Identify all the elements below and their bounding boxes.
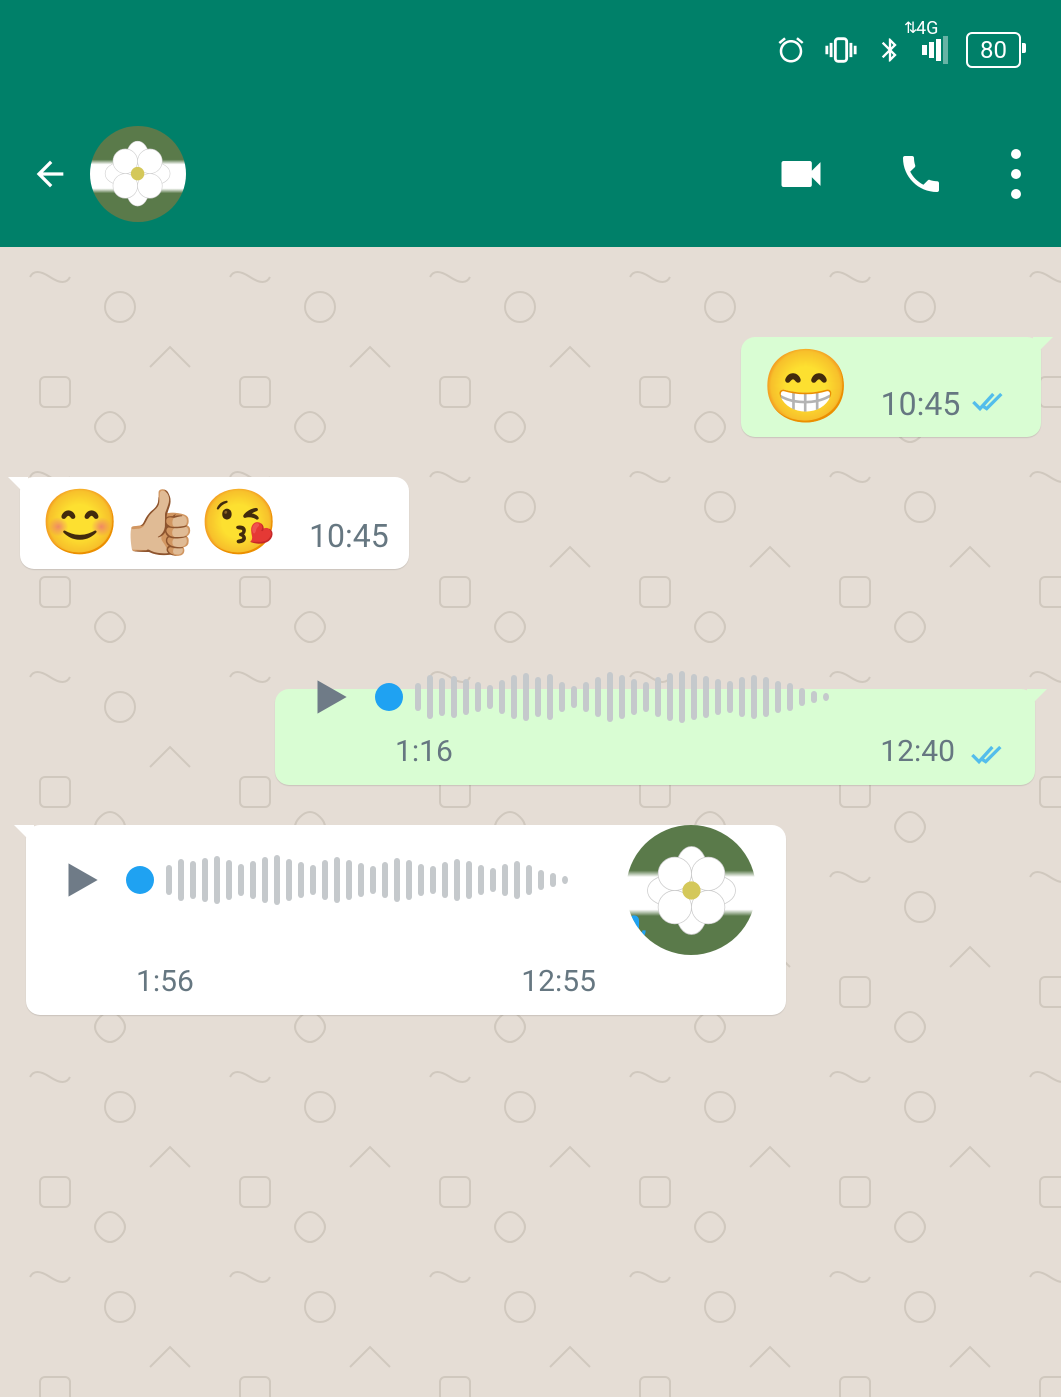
message-time: 12:40 (880, 734, 955, 769)
incoming-message[interactable]: 😊👍🏼😘 10:45 (20, 477, 409, 569)
app-bar (0, 100, 1061, 247)
waveform[interactable] (166, 852, 586, 908)
message-time: 12:55 (521, 964, 596, 999)
playback-position[interactable] (126, 866, 154, 894)
play-button[interactable] (56, 855, 106, 905)
message-emoji: 😊👍🏼😘 (40, 491, 279, 555)
header: ⇅ 4G 80 (0, 0, 1061, 247)
sender-avatar (626, 825, 756, 955)
incoming-voice-message[interactable]: 1:56 12:55 (26, 825, 786, 1015)
status-bar: ⇅ 4G 80 (0, 0, 1061, 100)
video-call-button[interactable] (771, 144, 831, 204)
waveform[interactable] (415, 669, 1005, 725)
voice-duration: 1:16 (395, 734, 453, 769)
battery-indicator: 80 (966, 32, 1021, 68)
playback-position[interactable] (375, 683, 403, 711)
message-emoji: 😁 (761, 351, 851, 423)
message-time: 10:45 (309, 517, 389, 555)
outgoing-voice-message[interactable]: 1:16 12:40 (275, 689, 1035, 785)
chat-area[interactable]: 😁 10:45 😊👍🏼😘 10:45 1:16 12:40 (0, 247, 1061, 1397)
read-receipt-icon (970, 390, 1006, 418)
play-button[interactable] (305, 672, 355, 722)
bluetooth-icon (876, 34, 904, 66)
more-options-button[interactable] (1011, 149, 1021, 199)
signal-icon: ⇅ 4G (922, 36, 948, 64)
read-receipt-icon (969, 743, 1005, 771)
message-time: 10:45 (881, 385, 961, 423)
voice-duration: 1:56 (136, 964, 194, 999)
outgoing-message[interactable]: 😁 10:45 (741, 337, 1041, 437)
mic-icon (626, 912, 654, 955)
back-button[interactable] (30, 154, 70, 194)
alarm-icon (776, 35, 806, 65)
vibrate-icon (824, 33, 858, 67)
voice-call-button[interactable] (891, 144, 951, 204)
contact-avatar[interactable] (90, 126, 186, 222)
